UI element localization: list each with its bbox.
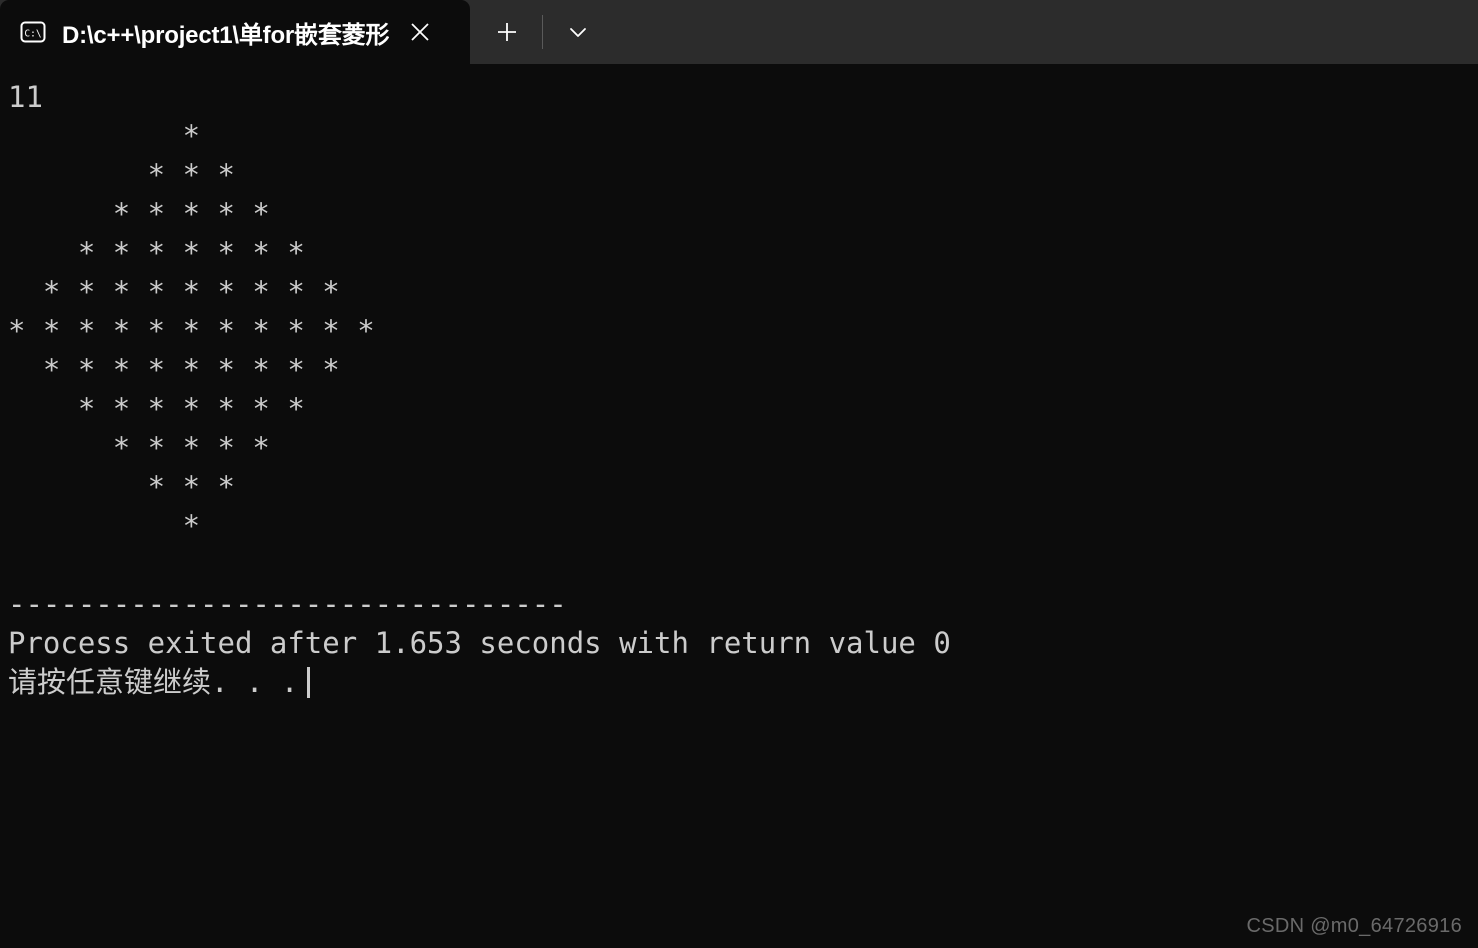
terminal-line-text: 11 (8, 80, 43, 114)
watermark: CSDN @m0_64726916 (1246, 915, 1462, 937)
terminal-line: * * * (8, 468, 1478, 507)
terminal-line-text: * * * (8, 158, 235, 192)
terminal-line-text: * * * * * (8, 431, 270, 465)
terminal-line: Process exited after 1.653 seconds with … (8, 624, 1478, 663)
terminal-line-text: * * * * * * * (8, 392, 305, 426)
tab-strip: C:\ D:\c++\project1\单for嵌套菱形 (0, 0, 607, 64)
terminal-line: * * * * * * * (8, 234, 1478, 273)
terminal-line-text: * * * * * * * * * * * (8, 314, 375, 348)
terminal-line: * (8, 507, 1478, 546)
terminal-line-text (8, 548, 25, 582)
tab-title: D:\c++\project1\单for嵌套菱形 (62, 21, 390, 49)
terminal-tab[interactable]: C:\ D:\c++\project1\单for嵌套菱形 (0, 0, 470, 64)
terminal-line-text: * (8, 509, 201, 543)
terminal-line-text: * * * * * * * * * (8, 275, 340, 309)
new-tab-icon[interactable] (484, 9, 530, 55)
terminal-line: * (8, 117, 1478, 156)
terminal-line-text: -------------------------------- (8, 587, 567, 621)
terminal-line-text: * * * * * * * * * (8, 353, 340, 387)
terminal-line-text: * * * * * (8, 197, 270, 231)
terminal-line: 11 (8, 78, 1478, 117)
terminal-line: * * * (8, 156, 1478, 195)
terminal-line-text: 请按任意键继续. . . (8, 665, 299, 699)
tab-bar-actions (470, 0, 607, 64)
terminal-line: * * * * * * * * * * * (8, 312, 1478, 351)
terminal-line-text: Process exited after 1.653 seconds with … (8, 626, 951, 660)
text-cursor (307, 667, 311, 698)
terminal-line-text: * * * * * * * (8, 236, 305, 270)
terminal-line: * * * * * (8, 429, 1478, 468)
terminal-line (8, 546, 1478, 585)
terminal-line: * * * * * * * * * (8, 273, 1478, 312)
terminal-line: -------------------------------- (8, 585, 1478, 624)
terminal-line: * * * * * * * (8, 390, 1478, 429)
close-icon[interactable] (397, 9, 443, 55)
cmd-prompt-icon: C:\ (18, 17, 48, 47)
terminal-output[interactable]: 11 * * * * * * * * * * * * * * * * * * *… (0, 64, 1478, 948)
svg-text:C:\: C:\ (24, 29, 41, 40)
title-bar: C:\ D:\c++\project1\单for嵌套菱形 (0, 0, 1478, 64)
tab-bar-separator (542, 15, 543, 49)
chevron-down-icon[interactable] (555, 9, 601, 55)
terminal-line-text: * (8, 119, 201, 153)
terminal-line: * * * * * (8, 195, 1478, 234)
terminal-line: * * * * * * * * * (8, 351, 1478, 390)
terminal-line-text: * * * (8, 470, 235, 504)
terminal-line: 请按任意键继续. . . (8, 663, 1478, 702)
